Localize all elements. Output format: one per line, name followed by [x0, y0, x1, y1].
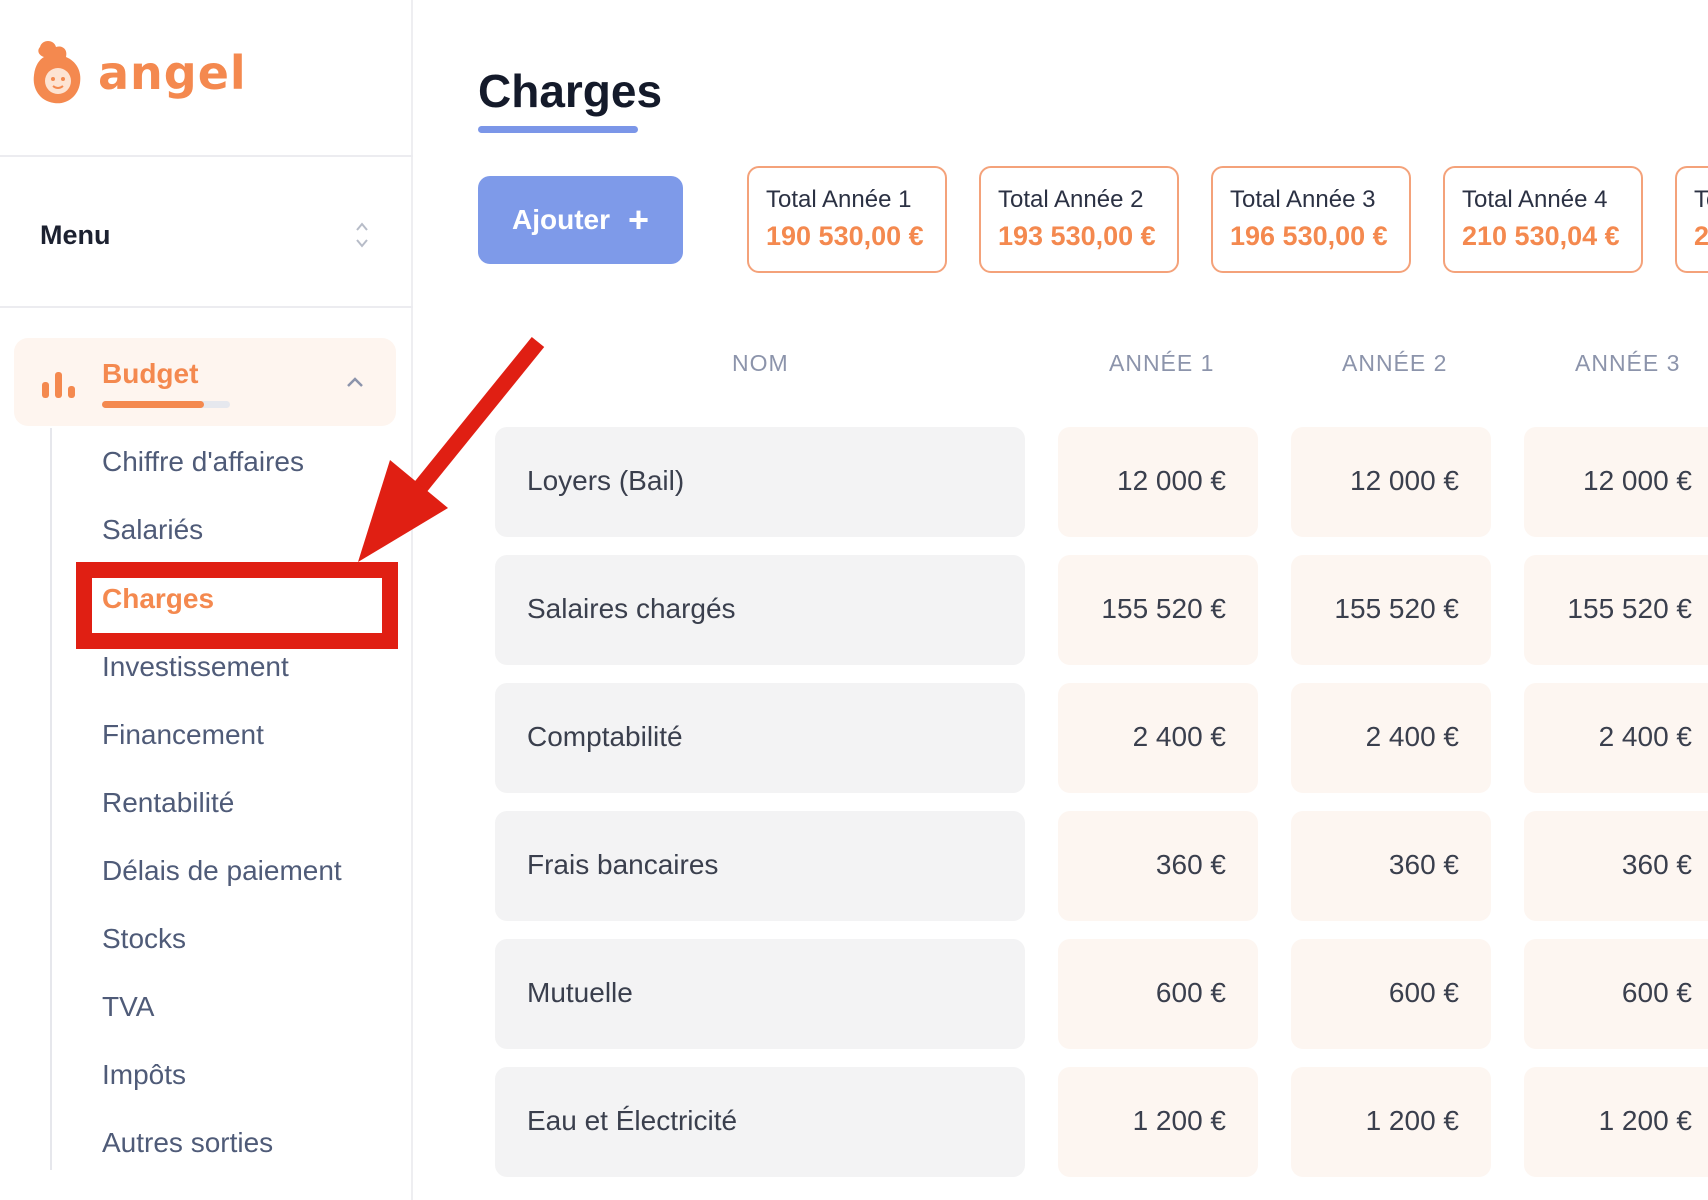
- total-value: 190 530,00 €: [766, 221, 924, 251]
- value-cell[interactable]: 600 €: [1524, 939, 1708, 1049]
- value-cell[interactable]: 1 200 €: [1524, 1067, 1708, 1177]
- cell-value: 1 200 €: [1132, 1105, 1226, 1136]
- total-label: Total Année 4: [1462, 186, 1608, 213]
- cell-value: 155 520 €: [1334, 593, 1459, 624]
- menu-label: Menu: [40, 219, 111, 250]
- row-name: Loyers (Bail): [527, 465, 685, 496]
- plus-icon: +: [627, 199, 650, 240]
- row-name: Mutuelle: [527, 977, 633, 1008]
- sidebar-item-chiffre-affaires[interactable]: Chiffre d'affaires: [102, 446, 304, 478]
- sidebar-item-rentabilite[interactable]: Rentabilité: [102, 787, 234, 819]
- total-card-year-4: Total Année 4 210 530,04 €: [1443, 166, 1643, 273]
- cell-value: 1 200 €: [1598, 1105, 1692, 1136]
- value-cell[interactable]: 12 000 €: [1291, 427, 1491, 537]
- menu-selector[interactable]: Menu: [40, 210, 370, 260]
- cell-value: 2 400 €: [1598, 721, 1692, 752]
- column-header-annee-1: ANNÉE 1: [1109, 350, 1215, 376]
- cell-value: 1 200 €: [1365, 1105, 1459, 1136]
- budget-progress-bar: [102, 401, 230, 408]
- page-title: Charges: [478, 65, 663, 117]
- value-cell[interactable]: 155 520 €: [1524, 555, 1708, 665]
- row-name-cell[interactable]: Frais bancaires: [495, 811, 1025, 921]
- value-cell[interactable]: 155 520 €: [1291, 555, 1491, 665]
- add-button[interactable]: Ajouter +: [478, 176, 683, 264]
- cell-value: 360 €: [1155, 849, 1226, 880]
- total-value: 196 530,00 €: [1230, 221, 1388, 251]
- logo-wordmark: angel: [98, 46, 247, 100]
- title-underline: [478, 126, 638, 133]
- total-value: 193 530,00 €: [998, 221, 1156, 251]
- cell-value: 360 €: [1388, 849, 1459, 880]
- column-header-nom: NOM: [732, 350, 789, 376]
- sidebar-item-delais-paiement[interactable]: Délais de paiement: [102, 855, 342, 887]
- chevron-updown-icon: [356, 222, 368, 248]
- sidebar-item-tva[interactable]: TVA: [102, 991, 154, 1023]
- value-cell[interactable]: 600 €: [1058, 939, 1258, 1049]
- value-cell[interactable]: 12 000 €: [1058, 427, 1258, 537]
- value-cell[interactable]: 2 400 €: [1058, 683, 1258, 793]
- cell-value: 12 000 €: [1350, 465, 1459, 496]
- value-cell[interactable]: 2 400 €: [1291, 683, 1491, 793]
- submenu-tree-line: [50, 428, 52, 1170]
- budget-progress-fill: [102, 401, 205, 408]
- cell-value: 600 €: [1621, 977, 1692, 1008]
- total-label: Total Année 1: [766, 186, 912, 213]
- row-name-cell[interactable]: Comptabilité: [495, 683, 1025, 793]
- cell-value: 12 000 €: [1583, 465, 1692, 496]
- row-name: Salaires chargés: [527, 593, 736, 624]
- row-name: Frais bancaires: [527, 849, 719, 880]
- column-header-annee-3: ANNÉE 3: [1575, 350, 1681, 376]
- row-name-cell[interactable]: Loyers (Bail): [495, 427, 1025, 537]
- row-name-cell[interactable]: Salaires chargés: [495, 555, 1025, 665]
- cell-value: 600 €: [1388, 977, 1459, 1008]
- sidebar-divider: [0, 306, 413, 308]
- cell-value: 360 €: [1621, 849, 1692, 880]
- sidebar-item-investissement[interactable]: Investissement: [102, 651, 289, 683]
- value-cell[interactable]: 155 520 €: [1058, 555, 1258, 665]
- column-header-annee-2: ANNÉE 2: [1342, 350, 1448, 376]
- bar-chart-icon: [42, 372, 75, 398]
- budget-label: Budget: [102, 358, 199, 389]
- total-card-year-3: Total Année 3 196 530,00 €: [1211, 166, 1411, 273]
- value-cell[interactable]: 360 €: [1524, 811, 1708, 921]
- value-cell[interactable]: 1 200 €: [1058, 1067, 1258, 1177]
- value-cell[interactable]: 360 €: [1291, 811, 1491, 921]
- sidebar: angel Menu Budget Chiffre d'affaires Sal…: [0, 0, 413, 1200]
- value-cell[interactable]: 12 000 €: [1524, 427, 1708, 537]
- sidebar-item-impots[interactable]: Impôts: [102, 1059, 186, 1091]
- value-cell[interactable]: 1 200 €: [1291, 1067, 1491, 1177]
- cell-value: 12 000 €: [1117, 465, 1226, 496]
- total-label: To: [1694, 186, 1708, 213]
- row-name: Comptabilité: [527, 721, 683, 752]
- total-value: 2: [1694, 221, 1708, 251]
- total-card-year-5: To 2: [1675, 166, 1708, 273]
- total-label: Total Année 2: [998, 186, 1144, 213]
- sidebar-item-salaries[interactable]: Salariés: [102, 514, 203, 546]
- cell-value: 155 520 €: [1101, 593, 1226, 624]
- value-cell[interactable]: 2 400 €: [1524, 683, 1708, 793]
- cell-value: 2 400 €: [1132, 721, 1226, 752]
- row-name-cell[interactable]: Eau et Électricité: [495, 1067, 1025, 1177]
- value-cell[interactable]: 360 €: [1058, 811, 1258, 921]
- cell-value: 2 400 €: [1365, 721, 1459, 752]
- annotation-highlight-box: [76, 562, 398, 649]
- total-card-year-1: Total Année 1 190 530,00 €: [747, 166, 947, 273]
- value-cell[interactable]: 600 €: [1291, 939, 1491, 1049]
- total-label: Total Année 3: [1230, 186, 1376, 213]
- sidebar-item-autres-sorties[interactable]: Autres sorties: [102, 1127, 273, 1159]
- total-value: 210 530,04 €: [1462, 221, 1620, 251]
- angel-mascot-icon: [33, 41, 81, 104]
- cell-value: 155 520 €: [1567, 593, 1692, 624]
- cell-value: 600 €: [1155, 977, 1226, 1008]
- sidebar-item-stocks[interactable]: Stocks: [102, 923, 186, 955]
- sidebar-item-financement[interactable]: Financement: [102, 719, 264, 751]
- row-name: Eau et Électricité: [527, 1105, 738, 1136]
- total-card-year-2: Total Année 2 193 530,00 €: [979, 166, 1179, 273]
- row-name-cell[interactable]: Mutuelle: [495, 939, 1025, 1049]
- add-button-label: Ajouter: [511, 204, 610, 235]
- sidebar-divider: [0, 155, 413, 157]
- sidebar-section-budget[interactable]: Budget: [14, 338, 396, 426]
- app-logo[interactable]: angel: [28, 38, 268, 108]
